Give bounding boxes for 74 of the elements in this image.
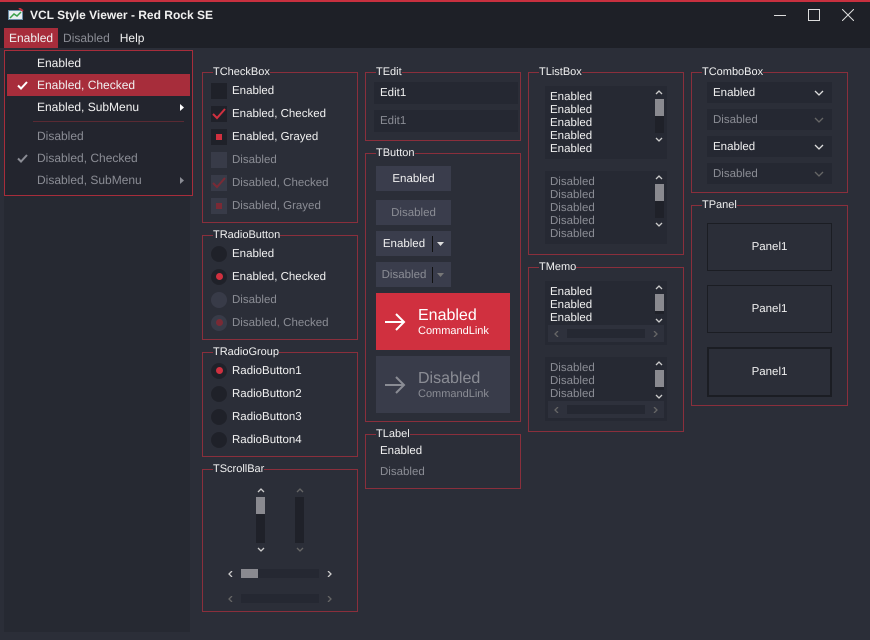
list-item[interactable]: Enabled <box>550 143 592 156</box>
radio-label: RadioButton3 <box>232 410 302 422</box>
combo-box[interactable]: Enabled <box>707 82 832 103</box>
memo-line: Enabled <box>550 312 592 325</box>
label-text: Disabled <box>379 465 426 480</box>
list-item[interactable]: Enabled <box>550 91 592 104</box>
radio-label: RadioButton1 <box>232 364 302 376</box>
menu-bar-item[interactable]: Enabled <box>4 28 58 48</box>
right-arrow-icon <box>384 312 406 330</box>
menu-bar-item[interactable]: Help <box>114 28 150 48</box>
scrollbar-thumb[interactable] <box>654 184 664 201</box>
window-title: VCL Style Viewer - Red Rock SE <box>30 8 213 22</box>
radio-label: Enabled, Checked <box>232 270 326 282</box>
maximize-icon[interactable] <box>808 9 820 21</box>
checkbox-label: Enabled, Checked <box>232 108 326 120</box>
group-title: TLabel <box>376 428 410 440</box>
radio-label: Disabled, Checked <box>232 316 329 328</box>
checkbox-label: Enabled <box>232 84 274 96</box>
submenu-arrow-icon <box>180 176 184 184</box>
group-title: TRadioGroup <box>213 346 280 358</box>
memo-line: Enabled <box>550 286 592 299</box>
panel: Panel1 <box>707 223 832 271</box>
group-title: TCheckBox <box>213 66 270 78</box>
scrollbar-thumb[interactable] <box>256 497 265 514</box>
radio-label: Disabled <box>232 294 277 306</box>
panel: Panel1 <box>707 285 832 333</box>
checkbox-label: Enabled, Grayed <box>232 130 318 142</box>
app-icon <box>8 8 24 22</box>
radio-button[interactable] <box>211 268 227 284</box>
submenu-arrow-icon <box>180 104 184 110</box>
label-text: Enabled <box>379 444 424 459</box>
group-title: TButton <box>376 147 415 159</box>
group-title: TMemo <box>539 261 576 273</box>
radio-label: RadioButton4 <box>232 434 302 446</box>
button[interactable]: Enabled <box>376 166 451 191</box>
text-field[interactable]: Edit1 <box>374 82 518 104</box>
group-title: TPanel <box>702 199 737 211</box>
close-icon[interactable] <box>842 9 854 21</box>
checkbox-label: Disabled, Grayed <box>232 200 321 212</box>
memo-line: Disabled <box>550 362 595 375</box>
list-box[interactable]: Enabled Enabled Enabled Enabled Enabled <box>545 86 667 159</box>
menu-item[interactable]: Enabled, Checked <box>7 74 190 96</box>
combo-box[interactable]: Enabled <box>707 136 832 157</box>
memo-line: Disabled <box>550 388 595 401</box>
radio-label: RadioButton2 <box>232 388 302 400</box>
list-item[interactable]: Enabled <box>550 130 592 143</box>
radio-label: Enabled <box>232 248 274 260</box>
group-title: TEdit <box>376 66 402 78</box>
vertical-scrollbar[interactable] <box>654 284 664 325</box>
panel: Panel1 <box>707 347 832 397</box>
list-item[interactable]: Enabled <box>550 104 592 117</box>
menu-item[interactable]: Enabled <box>7 52 190 74</box>
command-link-button[interactable]: Enabled CommandLink <box>376 293 510 350</box>
scrollbar-thumb[interactable] <box>241 569 258 578</box>
memo-line: Enabled <box>550 299 592 312</box>
scroll-right-icon[interactable] <box>325 570 333 576</box>
vertical-scrollbar[interactable] <box>256 487 266 553</box>
group-title: TListBox <box>539 66 582 78</box>
memo-line: Disabled <box>550 375 595 388</box>
checkbox[interactable] <box>211 128 227 144</box>
radio-button[interactable] <box>211 362 227 378</box>
scroll-left-icon[interactable] <box>227 570 235 576</box>
split-button[interactable]: Enabled <box>376 231 451 256</box>
group-title: TComboBox <box>702 66 764 78</box>
checkbox-label: Disabled, Checked <box>232 176 329 188</box>
group-title: TScrollBar <box>213 463 264 475</box>
menu-item[interactable]: Enabled, SubMenu <box>7 96 190 118</box>
list-item[interactable]: Enabled <box>550 117 592 130</box>
group-title: TRadioButton <box>213 229 280 241</box>
right-arrow-icon <box>384 376 406 394</box>
dropdown-arrow-icon[interactable] <box>437 242 444 246</box>
checkbox-label: Disabled <box>232 154 277 166</box>
scrollbar-thumb[interactable] <box>654 99 664 116</box>
memo-box[interactable]: Enabled Enabled Enabled <box>545 281 667 345</box>
